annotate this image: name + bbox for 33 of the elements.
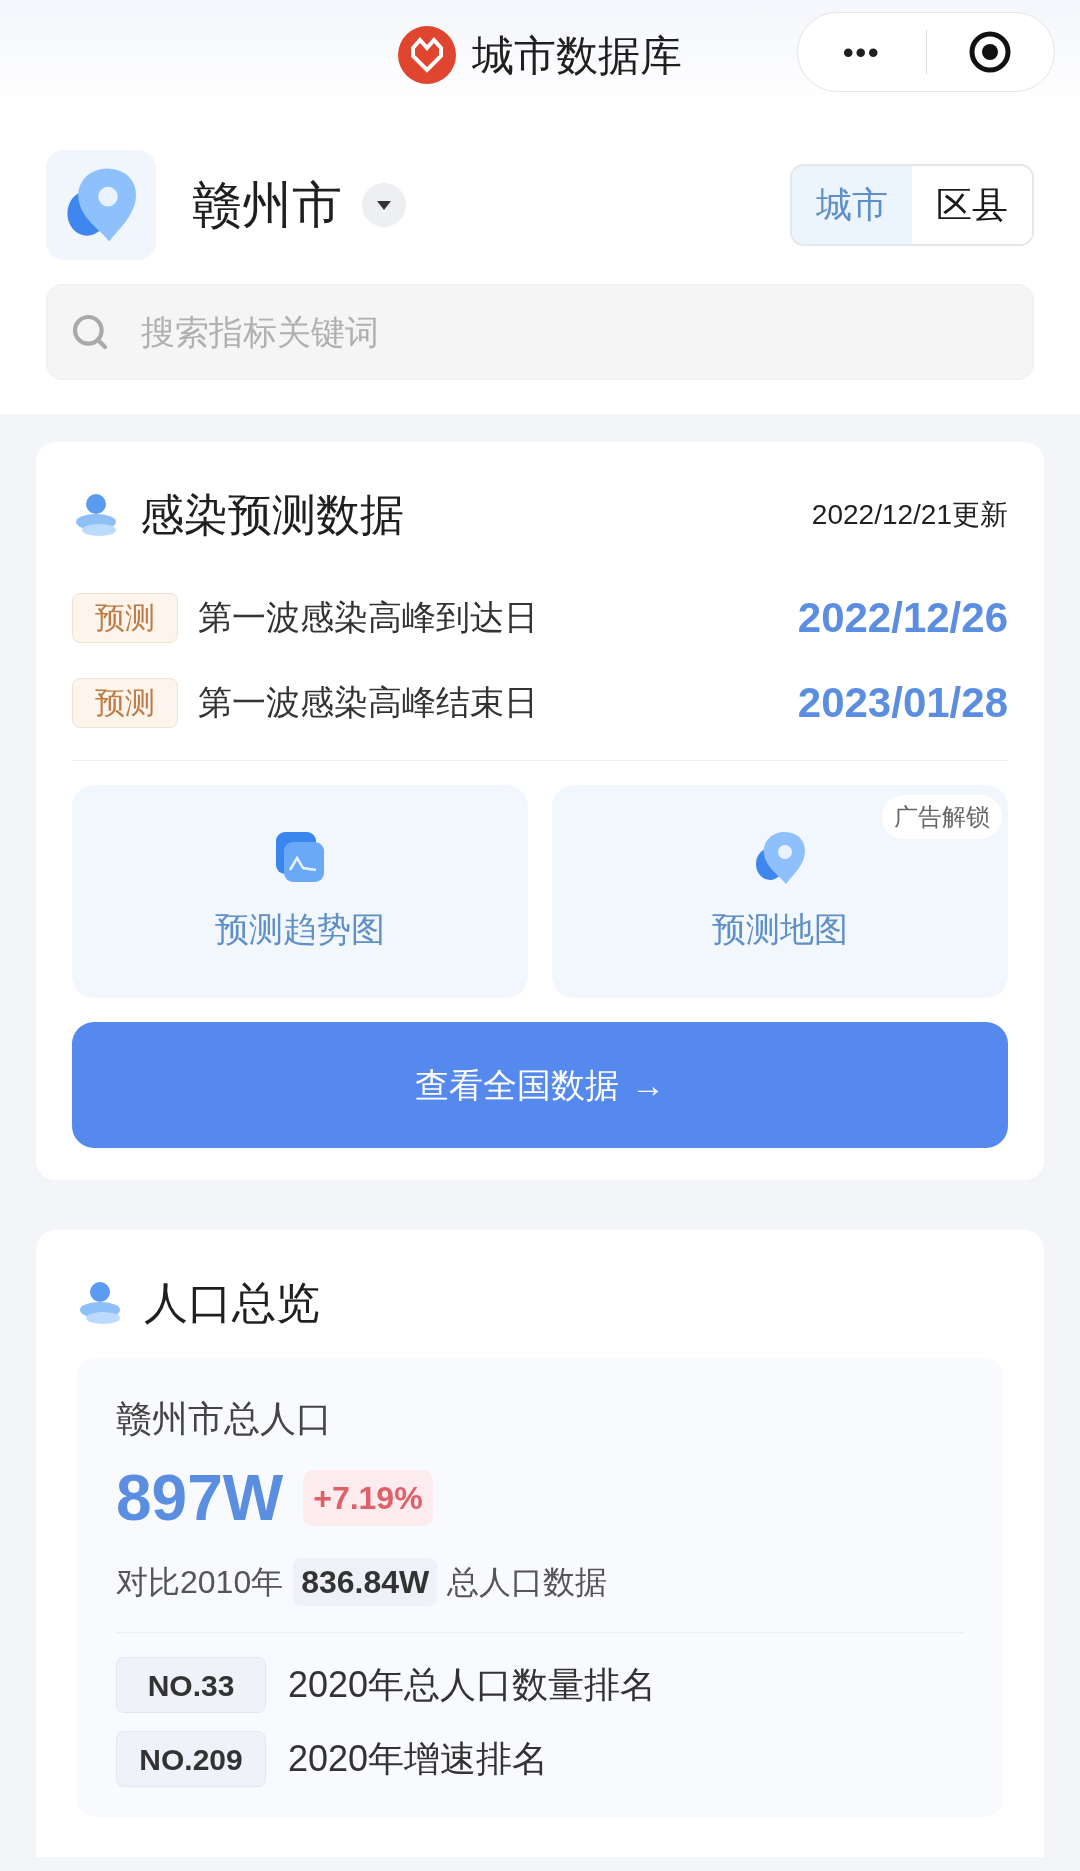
growth-badge: +7.19% xyxy=(303,1470,433,1526)
forecast-label: 第一波感染高峰到达日 xyxy=(198,597,538,638)
forecast-label: 第一波感染高峰结束日 xyxy=(198,682,538,723)
city-name[interactable]: 赣州市 xyxy=(192,167,342,243)
rank-badge: NO.33 xyxy=(116,1657,266,1713)
ad-unlock-badge: 广告解锁 xyxy=(882,795,1002,839)
app-logo-icon xyxy=(398,26,456,84)
rank-badge: NO.209 xyxy=(116,1731,266,1787)
forecast-tag: 预测 xyxy=(72,592,178,643)
population-subtitle: 赣州市总人口 xyxy=(116,1397,333,1441)
card-title: 感染预测数据 xyxy=(140,489,404,541)
forecast-date: 2023/01/28 xyxy=(797,678,1008,728)
feature-tile[interactable]: 预测地图 广告解锁 xyxy=(552,785,1008,998)
target-icon[interactable] xyxy=(968,30,1013,74)
forecast-tag: 预测 xyxy=(72,677,178,728)
scope-tab[interactable]: 城市 xyxy=(792,166,912,244)
rank-label: 2020年总人口数量排名 xyxy=(288,1663,657,1707)
dropdown-button[interactable] xyxy=(362,183,406,227)
compare-suffix: 总人口数据 xyxy=(447,1563,608,1602)
card-title: 人口总览 xyxy=(144,1277,320,1329)
caret-icon xyxy=(377,200,391,210)
compare-value: 836.84W xyxy=(293,1558,438,1606)
population-value: 897W xyxy=(116,1461,284,1536)
search-icon xyxy=(70,312,110,352)
update-date: 2022/12/21更新 xyxy=(811,498,1008,532)
feature-tile[interactable]: 预测趋势图 xyxy=(72,785,528,998)
compare-prefix: 对比2010年 xyxy=(116,1563,284,1602)
search-field[interactable]: 搜索指标关键词 xyxy=(46,284,1034,380)
more-button[interactable]: ••• xyxy=(798,29,926,75)
app-title: 城市数据库 xyxy=(472,30,682,81)
rank-label: 2020年增速排名 xyxy=(288,1737,549,1781)
forecast-date: 2022/12/26 xyxy=(797,593,1008,643)
national-data-button[interactable]: 查看全国数据 → xyxy=(72,1022,1008,1148)
